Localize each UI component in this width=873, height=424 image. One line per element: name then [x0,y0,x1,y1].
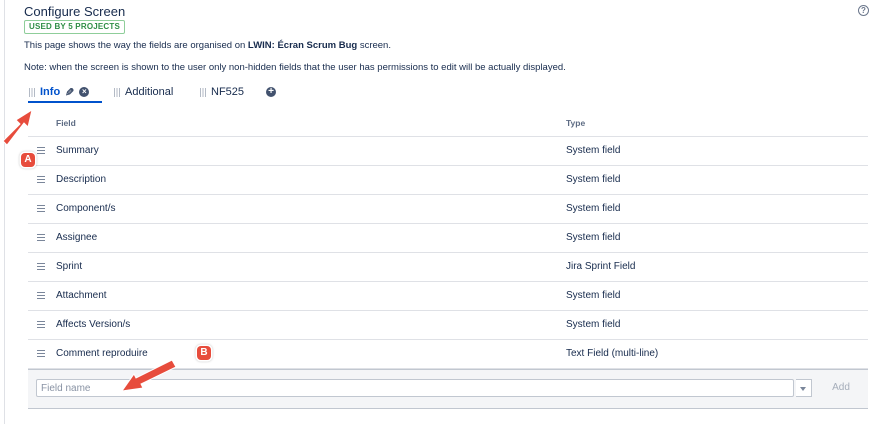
field-type: System field [566,145,621,156]
field-name: Comment reproduire [56,348,148,359]
table-row[interactable]: Assignee System field [28,224,868,253]
page-title: Configure Screen [24,4,126,19]
field-type: System field [566,203,621,214]
tab-additional-label: Additional [125,86,174,98]
drag-handle-icon[interactable] [37,176,45,183]
question-circle-icon[interactable]: ? [858,5,869,16]
pencil-icon[interactable]: ✎ [65,86,74,99]
screen-note: Note: when the screen is shown to the us… [24,62,566,73]
field-name: Summary [56,145,99,156]
tab-nf525-label: NF525 [211,86,245,98]
tab-nf525[interactable]: NF525 [200,83,244,101]
table-row[interactable]: Attachment System field [28,282,868,311]
field-type: Text Field (multi-line) [566,348,659,359]
drag-handle-icon[interactable] [37,234,45,241]
field-name: Assignee [56,232,98,243]
tab-drag-handle-icon[interactable] [114,87,120,97]
table-row[interactable]: Sprint Jira Sprint Field [28,253,868,282]
table-row[interactable]: Comment reproduire Text Field (multi-lin… [28,340,868,369]
field-name: Affects Version/s [56,319,131,330]
close-circle-icon[interactable]: × [79,87,90,97]
page-left-border [4,0,5,424]
annotation-marker-a: A [21,153,35,167]
column-header-field: Field [56,118,76,128]
field-name: Description [56,174,107,185]
table-row[interactable]: Description System field [28,166,868,195]
annotation-marker-b: B [197,346,211,360]
screen-name: LWIN: Écran Scrum Bug [247,40,358,51]
add-field-bar: Add [28,369,868,409]
tab-info[interactable]: Info ✎ × [29,83,90,101]
field-type: System field [566,232,621,243]
table-header: Field Type [28,112,868,137]
description-prefix: This page shows the way the fields are o… [24,40,248,51]
chevron-down-icon [800,387,806,391]
tab-additional[interactable]: Additional [114,83,173,101]
column-header-type: Type [566,118,586,128]
screen-description: This page shows the way the fields are o… [24,40,391,51]
active-tab-indicator [28,101,102,103]
tab-drag-handle-icon[interactable] [29,87,35,97]
drag-handle-icon[interactable] [37,292,45,299]
field-name-input[interactable] [36,379,794,397]
field-dropdown-button[interactable] [796,379,812,397]
table-row[interactable]: Component/s System field [28,195,868,224]
drag-handle-icon[interactable] [37,205,45,212]
tab-drag-handle-icon[interactable] [200,87,206,97]
field-type: Jira Sprint Field [566,261,636,272]
field-name: Sprint [56,261,83,272]
plus-circle-icon[interactable]: + [266,87,276,97]
drag-handle-icon[interactable] [37,263,45,270]
drag-handle-icon[interactable] [37,321,45,328]
table-row[interactable]: Summary System field [28,137,868,166]
description-suffix: screen. [357,40,391,51]
tab-info-label: Info [40,86,61,98]
drag-handle-icon[interactable] [37,147,45,154]
drag-handle-icon[interactable] [37,350,45,357]
add-field-button[interactable]: Add [824,379,858,397]
field-type: System field [566,174,621,185]
field-name: Attachment [56,290,107,301]
field-name: Component/s [56,203,116,214]
field-type: System field [566,319,621,330]
table-row[interactable]: Affects Version/s System field [28,311,868,340]
field-type: System field [566,290,621,301]
usage-lozenge[interactable]: USED BY 5 PROJECTS [24,20,126,34]
